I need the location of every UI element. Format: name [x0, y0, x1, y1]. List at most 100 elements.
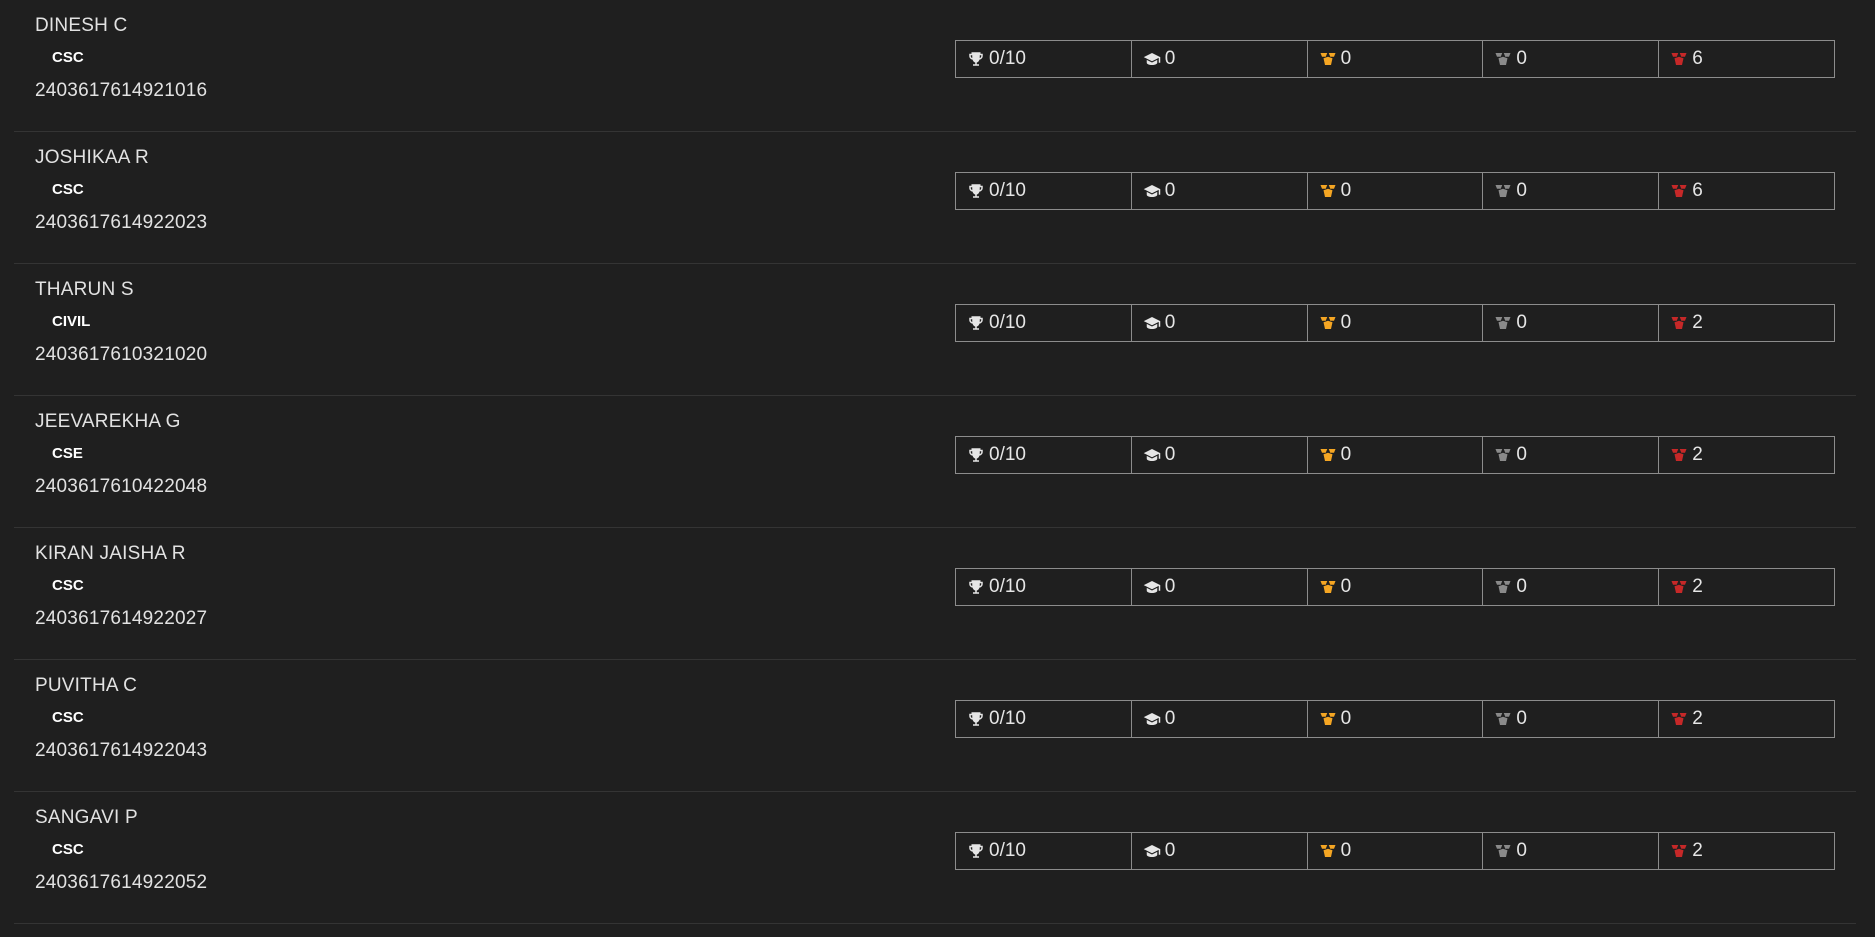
stat-red: 2 — [1659, 833, 1834, 869]
dept-badge: CSE — [52, 445, 83, 462]
student-row[interactable]: PUVITHA C CSC 2403617614922043 0/10 0 0 … — [14, 660, 1856, 792]
trophy-value: 0/10 — [989, 48, 1026, 69]
stat-gold: 0 — [1308, 833, 1484, 869]
gold-badge-icon — [1319, 446, 1337, 464]
red-badge-icon — [1670, 314, 1688, 332]
silver-value: 0 — [1516, 840, 1527, 861]
red-badge-icon — [1670, 710, 1688, 728]
stat-silver: 0 — [1483, 701, 1660, 737]
graduation-cap-icon — [1143, 446, 1161, 464]
gold-badge-icon — [1319, 842, 1337, 860]
silver-value: 0 — [1516, 444, 1527, 465]
stats-bar: 0/10 0 0 0 6 — [955, 172, 1835, 210]
gold-value: 0 — [1340, 180, 1352, 201]
dept-badge: CSC — [52, 841, 84, 858]
red-badge-icon — [1670, 50, 1688, 68]
stats-bar: 0/10 0 0 0 2 — [955, 436, 1835, 474]
student-name: JOSHIKAA R — [35, 147, 149, 168]
stat-cap: 0 — [1132, 701, 1308, 737]
red-badge-icon — [1670, 182, 1688, 200]
stats-bar: 0/10 0 0 0 2 — [955, 304, 1835, 342]
student-name: SANGAVI P — [35, 807, 138, 828]
silver-value: 0 — [1516, 708, 1527, 729]
stat-silver: 0 — [1483, 173, 1660, 209]
stat-cap: 0 — [1132, 173, 1308, 209]
red-badge-icon — [1670, 842, 1688, 860]
gold-badge-icon — [1319, 578, 1337, 596]
register-number: 2403617614922027 — [35, 608, 208, 629]
graduation-cap-icon — [1143, 710, 1161, 728]
stat-trophy: 0/10 — [956, 701, 1132, 737]
stat-gold: 0 — [1308, 173, 1484, 209]
graduation-cap-icon — [1143, 182, 1161, 200]
stats-bar: 0/10 0 0 0 2 — [955, 832, 1835, 870]
trophy-value: 0/10 — [989, 708, 1026, 729]
stat-red: 2 — [1659, 437, 1834, 473]
stats-bar: 0/10 0 0 0 2 — [955, 568, 1835, 606]
gold-value: 0 — [1340, 840, 1352, 861]
cap-value: 0 — [1164, 312, 1176, 333]
stat-silver: 0 — [1483, 833, 1660, 869]
silver-badge-icon — [1494, 578, 1512, 596]
student-name: JEEVAREKHA G — [35, 411, 181, 432]
silver-badge-icon — [1494, 314, 1512, 332]
stat-silver: 0 — [1483, 437, 1660, 473]
silver-badge-icon — [1494, 50, 1512, 68]
gold-value: 0 — [1340, 576, 1352, 597]
silver-badge-icon — [1494, 446, 1512, 464]
stat-silver: 0 — [1483, 41, 1660, 77]
stat-trophy: 0/10 — [956, 41, 1132, 77]
red-value: 2 — [1692, 708, 1703, 729]
trophy-icon — [967, 182, 985, 200]
dept-badge: CSC — [52, 709, 84, 726]
stat-silver: 0 — [1483, 305, 1660, 341]
trophy-icon — [967, 578, 985, 596]
red-value: 2 — [1692, 312, 1703, 333]
trophy-value: 0/10 — [989, 576, 1026, 597]
student-name: KIRAN JAISHA R — [35, 543, 186, 564]
gold-value: 0 — [1340, 708, 1352, 729]
silver-value: 0 — [1516, 576, 1527, 597]
student-row[interactable]: SANGAVI P CSC 2403617614922052 0/10 0 0 … — [14, 792, 1856, 924]
cap-value: 0 — [1164, 444, 1176, 465]
student-row[interactable]: KIRAN JAISHA R CSC 2403617614922027 0/10… — [14, 528, 1856, 660]
stat-cap: 0 — [1132, 41, 1308, 77]
dept-badge: CIVIL — [52, 313, 91, 330]
stat-trophy: 0/10 — [956, 437, 1132, 473]
student-row[interactable]: JEEVAREKHA G CSE 2403617610422048 0/10 0… — [14, 396, 1856, 528]
stat-cap: 0 — [1132, 569, 1308, 605]
register-number: 2403617614922043 — [35, 740, 208, 761]
gold-value: 0 — [1340, 312, 1352, 333]
stat-cap: 0 — [1132, 833, 1308, 869]
cap-value: 0 — [1164, 840, 1176, 861]
graduation-cap-icon — [1143, 50, 1161, 68]
silver-value: 0 — [1516, 48, 1527, 69]
red-value: 6 — [1692, 180, 1703, 201]
cap-value: 0 — [1164, 708, 1176, 729]
student-row[interactable]: THARUN S CIVIL 2403617610321020 0/10 0 0… — [14, 264, 1856, 396]
student-row[interactable]: DINESH C CSC 2403617614921016 0/10 0 0 0… — [14, 0, 1856, 132]
cap-value: 0 — [1164, 180, 1176, 201]
stat-red: 2 — [1659, 305, 1834, 341]
cap-value: 0 — [1164, 576, 1176, 597]
stat-red: 6 — [1659, 173, 1834, 209]
stat-trophy: 0/10 — [956, 173, 1132, 209]
student-row[interactable]: JOSHIKAA R CSC 2403617614922023 0/10 0 0… — [14, 132, 1856, 264]
trophy-icon — [967, 842, 985, 860]
student-name: DINESH C — [35, 15, 128, 36]
stat-trophy: 0/10 — [956, 569, 1132, 605]
dept-badge: CSC — [52, 181, 84, 198]
register-number: 2403617614922052 — [35, 872, 208, 893]
register-number: 2403617614922023 — [35, 212, 208, 233]
stat-gold: 0 — [1308, 701, 1484, 737]
gold-value: 0 — [1340, 48, 1352, 69]
stats-bar: 0/10 0 0 0 2 — [955, 700, 1835, 738]
stat-gold: 0 — [1308, 41, 1484, 77]
graduation-cap-icon — [1143, 314, 1161, 332]
dept-badge: CSC — [52, 49, 84, 66]
silver-badge-icon — [1494, 842, 1512, 860]
trophy-value: 0/10 — [989, 180, 1026, 201]
gold-badge-icon — [1319, 710, 1337, 728]
red-value: 2 — [1692, 576, 1703, 597]
stat-gold: 0 — [1308, 305, 1484, 341]
